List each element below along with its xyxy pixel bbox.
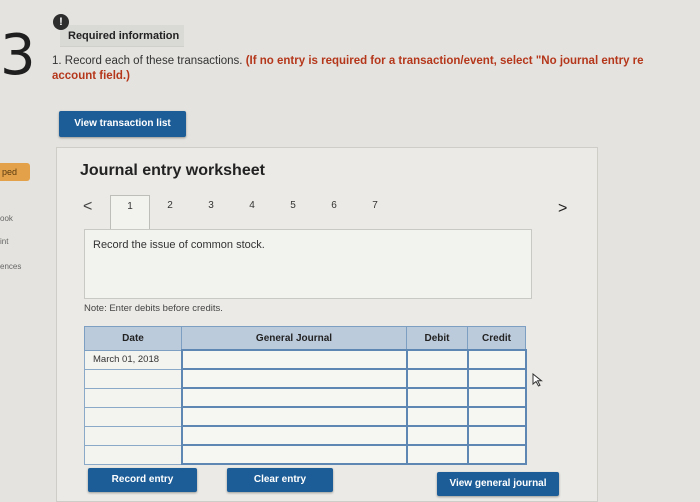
view-transaction-list-button[interactable]: View transaction list xyxy=(59,111,186,137)
general-journal-column-header: General Journal xyxy=(181,326,407,351)
journal-header-row: Date General Journal Debit Credit xyxy=(84,326,526,351)
view-general-journal-button[interactable]: View general journal xyxy=(437,472,559,496)
credit-column-header: Credit xyxy=(467,326,526,351)
instruction-emphasis-line2: account field.) xyxy=(52,70,130,82)
alert-icon: ! xyxy=(53,14,69,30)
prev-arrow-icon[interactable]: < xyxy=(83,198,92,216)
next-arrow-icon[interactable]: > xyxy=(558,200,567,218)
table-row xyxy=(84,444,527,465)
table-row xyxy=(84,368,527,389)
table-row xyxy=(84,425,527,446)
account-input[interactable] xyxy=(180,349,408,370)
transaction-description: Record the issue of common stock. xyxy=(93,239,265,251)
side-nav-tag[interactable]: ped xyxy=(0,163,30,181)
side-nav-item[interactable]: ences xyxy=(0,262,21,271)
account-input[interactable] xyxy=(180,444,408,465)
credit-input[interactable] xyxy=(466,387,527,408)
table-row xyxy=(84,387,527,408)
date-column-header: Date xyxy=(84,326,182,351)
account-input[interactable] xyxy=(180,406,408,427)
mouse-cursor-icon xyxy=(532,372,544,390)
credit-input[interactable] xyxy=(466,425,527,446)
debit-credit-note: Note: Enter debits before credits. xyxy=(84,303,223,314)
tab-5[interactable]: 5 xyxy=(283,200,303,211)
worksheet-title: Journal entry worksheet xyxy=(80,162,265,179)
table-row xyxy=(84,406,527,427)
tab-3[interactable]: 3 xyxy=(201,200,221,211)
debit-input[interactable] xyxy=(405,406,469,427)
account-input[interactable] xyxy=(180,425,408,446)
credit-input[interactable] xyxy=(466,368,527,389)
question-number: 3 xyxy=(0,23,36,88)
debit-input[interactable] xyxy=(405,387,469,408)
tab-2[interactable]: 2 xyxy=(160,200,180,211)
debit-input[interactable] xyxy=(405,349,469,370)
tab-1[interactable]: 1 xyxy=(110,195,150,229)
credit-input[interactable] xyxy=(466,444,527,465)
tab-4[interactable]: 4 xyxy=(242,200,262,211)
debit-input[interactable] xyxy=(405,425,469,446)
date-cell[interactable]: March 01, 2018 xyxy=(84,349,182,370)
side-nav-item[interactable]: int xyxy=(0,237,8,246)
instruction-text: 1. Record each of these transactions. (I… xyxy=(52,54,700,84)
required-info-heading: Required information xyxy=(60,25,184,47)
date-cell[interactable] xyxy=(84,387,182,408)
date-cell[interactable] xyxy=(84,406,182,427)
date-cell[interactable] xyxy=(84,368,182,389)
table-row: March 01, 2018 xyxy=(84,349,527,370)
debit-column-header: Debit xyxy=(406,326,468,351)
credit-input[interactable] xyxy=(466,406,527,427)
credit-input[interactable] xyxy=(466,349,527,370)
record-entry-button[interactable]: Record entry xyxy=(88,468,197,492)
instruction-prefix: 1. Record each of these transactions. xyxy=(52,55,246,67)
tab-7[interactable]: 7 xyxy=(365,200,385,211)
debit-input[interactable] xyxy=(405,444,469,465)
date-cell[interactable] xyxy=(84,425,182,446)
journal-table: Date General Journal Debit Credit March … xyxy=(84,326,527,465)
debit-input[interactable] xyxy=(405,368,469,389)
clear-entry-button[interactable]: Clear entry xyxy=(227,468,333,492)
account-input[interactable] xyxy=(180,368,408,389)
side-nav-item[interactable]: ook xyxy=(0,214,13,223)
instruction-emphasis: (If no entry is required for a transacti… xyxy=(245,55,644,67)
tab-6[interactable]: 6 xyxy=(324,200,344,211)
account-input[interactable] xyxy=(180,387,408,408)
date-cell[interactable] xyxy=(84,444,182,465)
